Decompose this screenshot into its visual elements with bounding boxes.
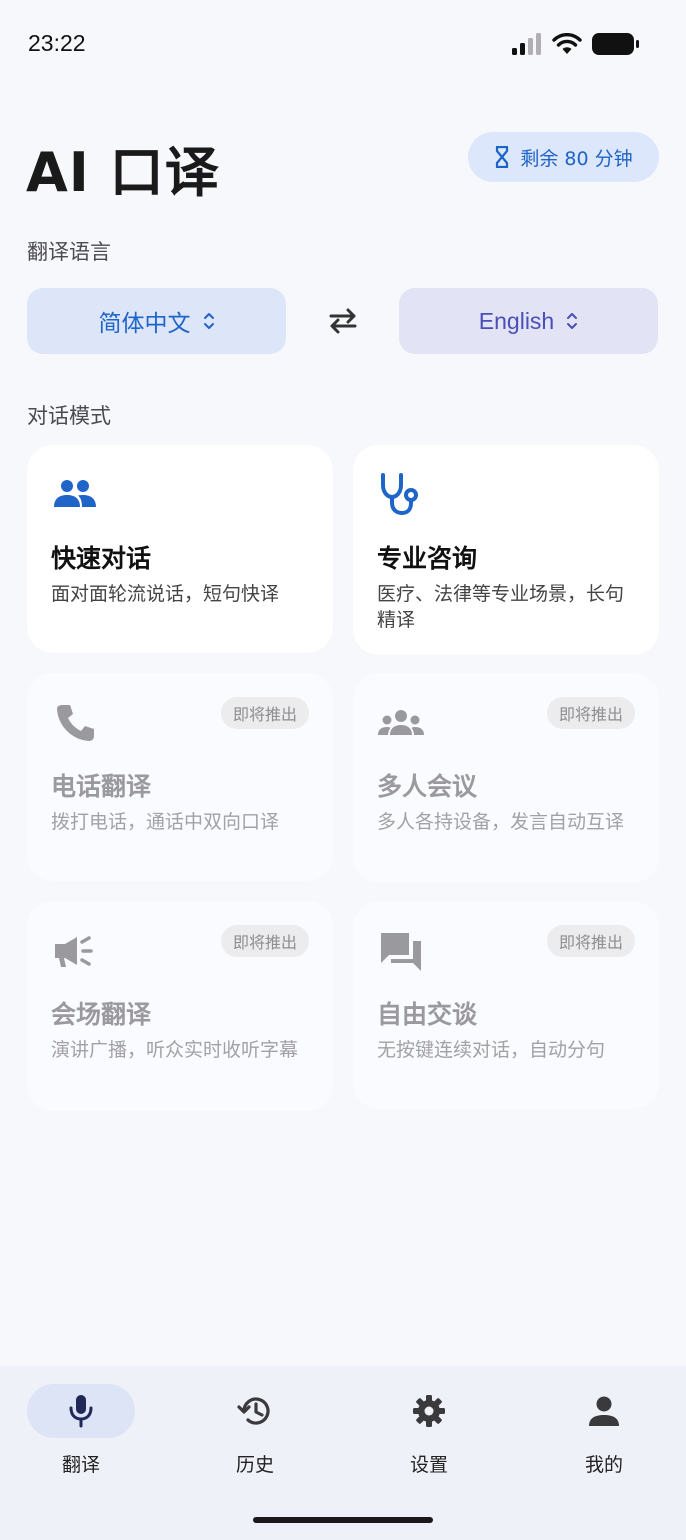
coming-soon-badge: 即将推出 xyxy=(546,925,635,957)
swap-icon xyxy=(329,308,357,334)
home-indicator xyxy=(253,1517,433,1523)
mode-title: 电话翻译 xyxy=(51,772,152,801)
tab-settings[interactable]: 设置 xyxy=(374,1384,484,1494)
people-icon xyxy=(54,480,96,507)
mode-title: 快速对话 xyxy=(51,544,152,573)
mode-card-free-conversation: 即将推出 自由交谈 无按键连续对话，自动分句 xyxy=(353,901,659,1109)
person-icon xyxy=(589,1396,619,1426)
mode-description: 拨打电话，通话中双向口译 xyxy=(51,811,280,833)
tab-label: 历史 xyxy=(235,1454,274,1476)
tab-profile[interactable]: 我的 xyxy=(549,1384,659,1494)
coming-soon-badge: 即将推出 xyxy=(546,697,635,729)
language-section-label: 翻译语言 xyxy=(27,240,111,264)
source-language-select[interactable]: 简体中文 xyxy=(27,288,286,354)
wifi-icon xyxy=(552,33,582,54)
status-icons xyxy=(512,32,640,56)
mode-description: 无按键连续对话，自动分句 xyxy=(377,1039,606,1061)
mode-description: 演讲广播，听众实时收听字幕 xyxy=(51,1039,299,1061)
mode-description: 医疗、法律等专业场景，长句精译 xyxy=(377,583,625,631)
tab-icon-container xyxy=(375,1384,483,1438)
signal-icon xyxy=(512,33,541,55)
target-language-select[interactable]: English xyxy=(399,288,658,354)
mode-description: 多人各持设备，发言自动互译 xyxy=(377,811,625,833)
stethoscope-icon xyxy=(381,473,418,516)
mode-card-multi-person-meeting: 即将推出 多人会议 多人各持设备，发言自动互译 xyxy=(353,673,659,883)
chevron-updown-icon xyxy=(203,313,214,329)
tab-label: 翻译 xyxy=(61,1454,100,1476)
groups-icon xyxy=(378,710,424,735)
mode-title: 自由交谈 xyxy=(377,1000,478,1029)
gear-icon xyxy=(413,1395,445,1427)
mode-card-venue-translation: 即将推出 会场翻译 演讲广播，听众实时收听字幕 xyxy=(27,901,333,1111)
mode-card-phone-translation: 即将推出 电话翻译 拨打电话，通话中双向口译 xyxy=(27,673,333,881)
mode-title: 多人会议 xyxy=(377,772,478,801)
tab-icon-container xyxy=(550,1384,658,1438)
megaphone-icon xyxy=(55,936,93,967)
mode-title: 会场翻译 xyxy=(51,1000,152,1029)
mic-icon xyxy=(69,1395,93,1428)
chat-icon xyxy=(381,933,421,971)
coming-soon-badge: 即将推出 xyxy=(220,925,309,957)
mode-card-professional-consultation[interactable]: 专业咨询 医疗、法律等专业场景，长句精译 xyxy=(353,445,659,655)
modes-section-label: 对话模式 xyxy=(27,404,111,428)
tab-translate[interactable]: 翻译 xyxy=(26,1384,136,1494)
quota-text: 剩余 80 分钟 xyxy=(520,147,633,170)
battery-icon xyxy=(592,33,639,55)
mode-title: 专业咨询 xyxy=(377,544,478,573)
tab-label: 设置 xyxy=(409,1454,448,1476)
chevron-updown-icon xyxy=(567,313,578,329)
mode-description: 面对面轮流说话，短句快译 xyxy=(51,583,280,605)
tab-icon-container xyxy=(27,1384,135,1438)
tab-history[interactable]: 历史 xyxy=(200,1384,310,1494)
mode-card-quick-conversation[interactable]: 快速对话 面对面轮流说话，短句快译 xyxy=(27,445,333,653)
hourglass-icon xyxy=(496,146,509,168)
page-title: AI 口译 xyxy=(26,141,220,204)
swap-languages-button[interactable] xyxy=(323,301,363,341)
phone-icon xyxy=(57,705,94,741)
history-icon xyxy=(237,1397,270,1425)
status-time: 23:22 xyxy=(28,30,86,56)
status-bar: 23:22 xyxy=(0,0,686,90)
target-language-label: English xyxy=(478,307,555,334)
tab-icon-container xyxy=(201,1384,309,1438)
source-language-label: 简体中文 xyxy=(98,311,191,337)
quota-badge[interactable]: 剩余 80 分钟 xyxy=(468,132,659,182)
tab-label: 我的 xyxy=(584,1454,623,1476)
coming-soon-badge: 即将推出 xyxy=(220,697,309,729)
bottom-tab-bar: 翻译 历史 设置 我的 xyxy=(0,1366,686,1540)
